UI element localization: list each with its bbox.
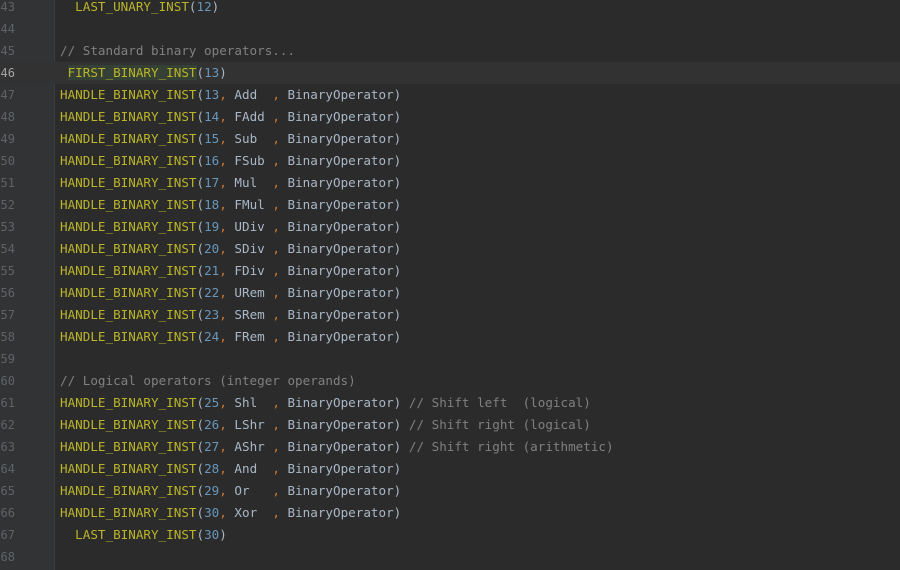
line-number: 49 bbox=[0, 132, 15, 146]
code-line[interactable]: 51 HANDLE_BINARY_INST(17, Mul , BinaryOpe… bbox=[0, 172, 900, 194]
line-number: 51 bbox=[0, 176, 15, 190]
code-text[interactable]: LAST_BINARY_INST(30) bbox=[60, 524, 227, 546]
line-number: 53 bbox=[0, 220, 15, 234]
line-number: 43 bbox=[0, 0, 15, 14]
code-line[interactable]: 62 HANDLE_BINARY_INST(26, LShr , BinaryOp… bbox=[0, 414, 900, 436]
code-text[interactable]: HANDLE_BINARY_INST(21, FDiv , BinaryOper… bbox=[60, 260, 401, 282]
code-text[interactable]: HANDLE_BINARY_INST(15, Sub , BinaryOpera… bbox=[60, 128, 401, 150]
code-line[interactable]: 47 HANDLE_BINARY_INST(13, Add , BinaryOpe… bbox=[0, 84, 900, 106]
code-text[interactable]: HANDLE_BINARY_INST(16, FSub , BinaryOper… bbox=[60, 150, 401, 172]
code-text[interactable]: HANDLE_BINARY_INST(17, Mul , BinaryOpera… bbox=[60, 172, 401, 194]
code-editor[interactable]: 43 LAST_UNARY_INST(12) 44 45 // Standard bi… bbox=[0, 0, 900, 570]
code-line[interactable]: 63 HANDLE_BINARY_INST(27, AShr , BinaryOp… bbox=[0, 436, 900, 458]
code-text[interactable]: LAST_UNARY_INST(12) bbox=[60, 0, 219, 18]
line-number: 59 bbox=[0, 352, 15, 366]
code-text[interactable]: HANDLE_BINARY_INST(24, FRem , BinaryOper… bbox=[60, 326, 401, 348]
code-text[interactable]: HANDLE_BINARY_INST(22, URem , BinaryOper… bbox=[60, 282, 401, 304]
code-line[interactable]: 68 bbox=[0, 546, 900, 568]
code-text[interactable]: FIRST_BINARY_INST(13) bbox=[60, 62, 227, 84]
code-line[interactable]: 52 HANDLE_BINARY_INST(18, FMul , BinaryOp… bbox=[0, 194, 900, 216]
line-number: 46 bbox=[0, 66, 15, 80]
code-line[interactable]: 53 HANDLE_BINARY_INST(19, UDiv , BinaryOp… bbox=[0, 216, 900, 238]
code-line[interactable]: 49 HANDLE_BINARY_INST(15, Sub , BinaryOpe… bbox=[0, 128, 900, 150]
line-number: 54 bbox=[0, 242, 15, 256]
code-line[interactable]: 60 // Logical operators (integer operands… bbox=[0, 370, 900, 392]
code-text[interactable]: HANDLE_BINARY_INST(28, And , BinaryOpera… bbox=[60, 458, 401, 480]
line-number: 56 bbox=[0, 286, 15, 300]
code-line[interactable]: 55 HANDLE_BINARY_INST(21, FDiv , BinaryOp… bbox=[0, 260, 900, 282]
line-number: 61 bbox=[0, 396, 15, 410]
code-line[interactable]: 44 bbox=[0, 18, 900, 40]
code-line[interactable]: 59 bbox=[0, 348, 900, 370]
line-number: 52 bbox=[0, 198, 15, 212]
line-number: 64 bbox=[0, 462, 15, 476]
code-text[interactable]: // Logical operators (integer operands) bbox=[60, 370, 356, 392]
code-line[interactable]: 45 // Standard binary operators... bbox=[0, 40, 900, 62]
code-line[interactable]: 64 HANDLE_BINARY_INST(28, And , BinaryOpe… bbox=[0, 458, 900, 480]
line-number: 55 bbox=[0, 264, 15, 278]
code-text[interactable]: HANDLE_BINARY_INST(19, UDiv , BinaryOper… bbox=[60, 216, 401, 238]
line-number: 57 bbox=[0, 308, 15, 322]
code-line[interactable]: 61 HANDLE_BINARY_INST(25, Shl , BinaryOpe… bbox=[0, 392, 900, 414]
code-line[interactable]: 56 HANDLE_BINARY_INST(22, URem , BinaryOp… bbox=[0, 282, 900, 304]
code-text[interactable]: HANDLE_BINARY_INST(23, SRem , BinaryOper… bbox=[60, 304, 401, 326]
line-number: 50 bbox=[0, 154, 15, 168]
line-number: 62 bbox=[0, 418, 15, 432]
line-number: 68 bbox=[0, 550, 15, 564]
code-text[interactable]: HANDLE_BINARY_INST(14, FAdd , BinaryOper… bbox=[60, 106, 401, 128]
code-line[interactable]: 54 HANDLE_BINARY_INST(20, SDiv , BinaryOp… bbox=[0, 238, 900, 260]
line-number: 48 bbox=[0, 110, 15, 124]
code-text[interactable]: HANDLE_BINARY_INST(27, AShr , BinaryOper… bbox=[60, 436, 614, 458]
code-line[interactable]: 66 HANDLE_BINARY_INST(30, Xor , BinaryOpe… bbox=[0, 502, 900, 524]
code-line[interactable]: 48 HANDLE_BINARY_INST(14, FAdd , BinaryOp… bbox=[0, 106, 900, 128]
line-number: 60 bbox=[0, 374, 15, 388]
line-number: 45 bbox=[0, 44, 15, 58]
code-text[interactable]: HANDLE_BINARY_INST(30, Xor , BinaryOpera… bbox=[60, 502, 401, 524]
line-number: 63 bbox=[0, 440, 15, 454]
code-line[interactable]: 50 HANDLE_BINARY_INST(16, FSub , BinaryOp… bbox=[0, 150, 900, 172]
code-line[interactable]: 67 LAST_BINARY_INST(30) bbox=[0, 524, 900, 546]
code-text[interactable]: HANDLE_BINARY_INST(13, Add , BinaryOpera… bbox=[60, 84, 401, 106]
line-number: 66 bbox=[0, 506, 15, 520]
code-line[interactable]: 57 HANDLE_BINARY_INST(23, SRem , BinaryOp… bbox=[0, 304, 900, 326]
code-text[interactable]: HANDLE_BINARY_INST(20, SDiv , BinaryOper… bbox=[60, 238, 401, 260]
code-text[interactable]: HANDLE_BINARY_INST(18, FMul , BinaryOper… bbox=[60, 194, 401, 216]
code-line[interactable]: 65 HANDLE_BINARY_INST(29, Or , BinaryOper… bbox=[0, 480, 900, 502]
code-text[interactable]: HANDLE_BINARY_INST(26, LShr , BinaryOper… bbox=[60, 414, 591, 436]
line-number: 47 bbox=[0, 88, 15, 102]
code-line[interactable]: 43 LAST_UNARY_INST(12) bbox=[0, 0, 900, 18]
code-line[interactable]: 46 FIRST_BINARY_INST(13) bbox=[0, 62, 900, 84]
code-text[interactable]: // Standard binary operators... bbox=[60, 40, 295, 62]
code-line[interactable]: 58 HANDLE_BINARY_INST(24, FRem , BinaryOp… bbox=[0, 326, 900, 348]
line-number: 44 bbox=[0, 22, 15, 36]
code-text[interactable]: HANDLE_BINARY_INST(25, Shl , BinaryOpera… bbox=[60, 392, 591, 414]
line-number: 58 bbox=[0, 330, 15, 344]
code-text[interactable]: HANDLE_BINARY_INST(29, Or , BinaryOperat… bbox=[60, 480, 401, 502]
line-number: 65 bbox=[0, 484, 15, 498]
line-number: 67 bbox=[0, 528, 15, 542]
